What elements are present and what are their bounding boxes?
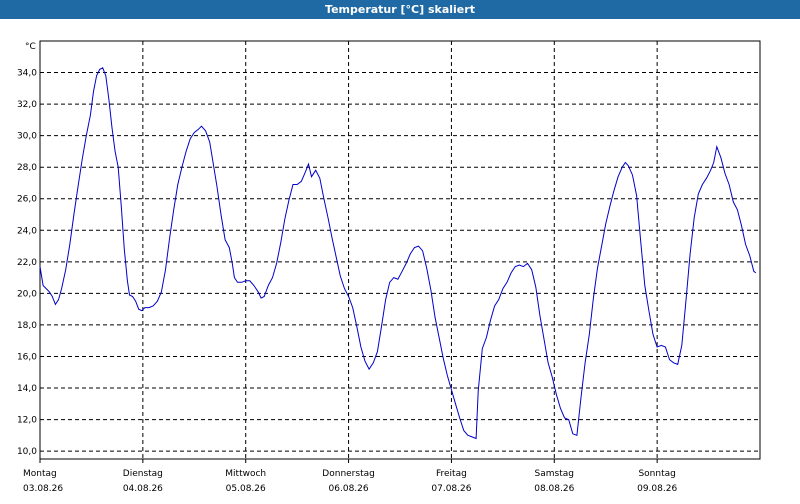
y-tick-label: 18,0 bbox=[17, 321, 37, 331]
y-tick-label: 26,0 bbox=[17, 195, 37, 205]
temperature-chart: 10,0 12,0 14,0 16,0 18,0 20,0 22,0 24,0 26,0 28,0… bbox=[17, 40, 761, 494]
x-tick-date-label: 08.08.26 bbox=[534, 484, 574, 494]
y-tick-label: 30,0 bbox=[17, 132, 37, 142]
x-tick-day-label: Samstag bbox=[535, 469, 574, 479]
y-tick-label: 28,0 bbox=[17, 163, 37, 173]
chart-frame: 10,0 12,0 14,0 16,0 18,0 20,0 22,0 24,0 26,0 28,0… bbox=[0, 19, 800, 500]
x-tick-date-label: 04.08.26 bbox=[123, 484, 163, 494]
x-tick-date-label: 09.08.26 bbox=[637, 484, 677, 494]
x-tick-date-label: 05.08.26 bbox=[226, 484, 266, 494]
y-tick-label: 32,0 bbox=[17, 100, 37, 110]
chart-title: Temperatur [°C] skaliert bbox=[0, 0, 800, 19]
y-axis-ticks: 10,0 12,0 14,0 16,0 18,0 20,0 22,0 24,0 26,0 28,0… bbox=[17, 69, 37, 458]
x-tick-day-label: Sonntag bbox=[638, 469, 675, 479]
y-tick-label: 12,0 bbox=[17, 416, 37, 426]
x-tick-date-label: 07.08.26 bbox=[431, 484, 471, 494]
x-axis-ticks: Montag 03.08.26 Dienstag 04.08.26 Mittwoch 05… bbox=[23, 459, 677, 494]
y-tick-label: 24,0 bbox=[17, 226, 37, 236]
y-tick-label: 34,0 bbox=[17, 69, 37, 79]
y-tick-label: 10,0 bbox=[17, 447, 37, 457]
x-tick-date-label: 06.08.26 bbox=[329, 484, 369, 494]
y-axis-label: °C bbox=[25, 42, 36, 52]
x-tick-date-label: 03.08.26 bbox=[23, 484, 63, 494]
x-tick-day-label: Donnerstag bbox=[322, 469, 375, 479]
y-tick-label: 20,0 bbox=[17, 289, 37, 299]
x-tick-day-label: Dienstag bbox=[123, 469, 163, 479]
x-tick-day-label: Montag bbox=[23, 469, 57, 479]
y-tick-label: 16,0 bbox=[17, 352, 37, 362]
y-tick-label: 14,0 bbox=[17, 384, 37, 394]
y-tick-label: 22,0 bbox=[17, 258, 37, 268]
x-tick-day-label: Mittwoch bbox=[225, 469, 266, 479]
x-tick-day-label: Freitag bbox=[436, 469, 467, 479]
